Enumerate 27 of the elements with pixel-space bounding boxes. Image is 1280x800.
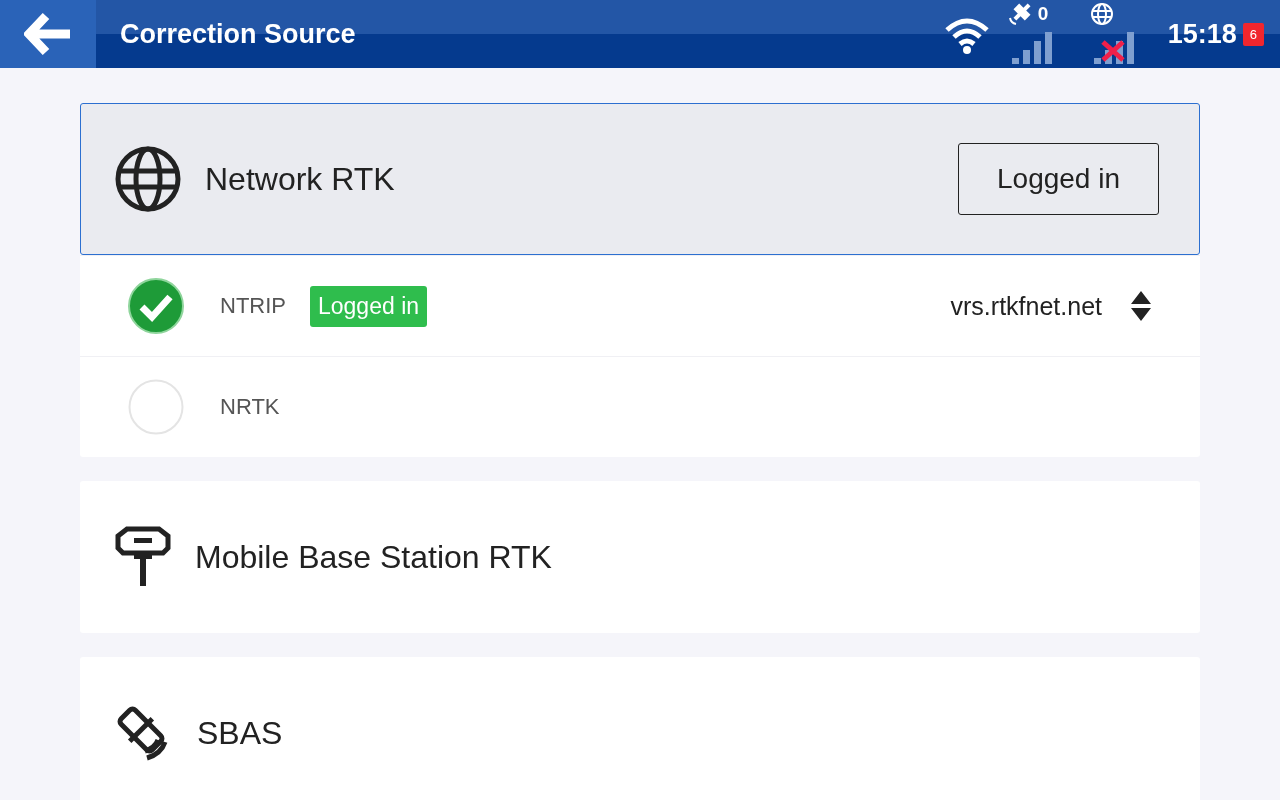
wifi-icon	[943, 18, 990, 54]
back-button[interactable]	[0, 0, 96, 68]
source-label: Mobile Base Station RTK	[195, 538, 553, 576]
back-arrow-icon	[24, 12, 72, 56]
check-icon[interactable]	[128, 278, 184, 334]
satellite-icon	[1007, 2, 1032, 26]
notification-badge: 6	[1242, 22, 1264, 46]
status-badge: Logged in	[310, 285, 428, 327]
source-label: Network RTK	[205, 160, 396, 198]
option-label: NTRIP	[220, 293, 286, 319]
radio-button[interactable]	[128, 379, 184, 435]
option-label: NRTK	[220, 394, 280, 420]
source-header[interactable]: Mobile Base Station RTK	[80, 481, 1200, 633]
login-button[interactable]: Logged in	[958, 143, 1159, 215]
clock-time: 15:18	[1167, 18, 1237, 50]
page-title: Correction Source	[120, 18, 357, 50]
source-header[interactable]: Network RTK Logged in	[80, 103, 1200, 255]
satellite-count: 0	[1037, 3, 1049, 25]
source-header[interactable]: SBAS	[80, 657, 1200, 800]
globe-icon	[115, 146, 181, 212]
globe-icon	[1089, 2, 1114, 26]
option-row[interactable]: NRTK	[80, 356, 1200, 457]
source-label: SBAS	[197, 714, 284, 752]
option-row[interactable]: NTRIP Logged in vrs.rtkfnet.net	[80, 255, 1200, 356]
sort-arrows-icon[interactable]	[1130, 290, 1152, 322]
server-address: vrs.rtkfnet.net	[950, 291, 1102, 321]
antenna-icon	[115, 526, 171, 588]
